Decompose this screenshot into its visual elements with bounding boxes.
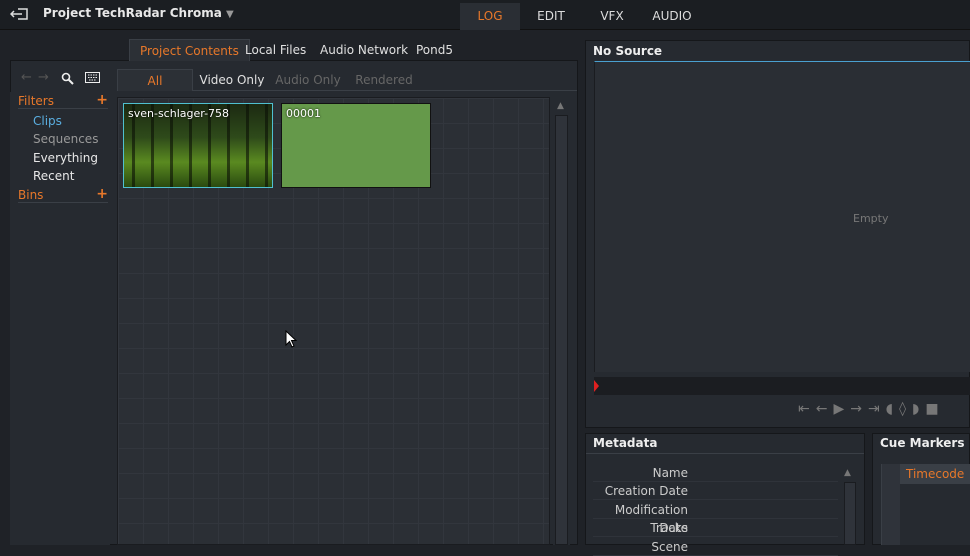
go-to-start-icon[interactable]: ⇤ bbox=[798, 401, 810, 417]
step-back-icon[interactable]: ← bbox=[816, 401, 828, 417]
tab-audio-only[interactable]: Audio Only bbox=[272, 69, 344, 91]
metadata-field-creation-date: Creation Date bbox=[593, 482, 838, 500]
clip-name: 00001 bbox=[286, 107, 321, 120]
add-filter-button[interactable]: + bbox=[96, 92, 108, 108]
mark-icon[interactable]: ◊ bbox=[899, 401, 906, 417]
filters-label: Filters bbox=[18, 94, 54, 108]
exit-icon[interactable] bbox=[10, 6, 30, 22]
forward-arrow-icon[interactable]: → bbox=[38, 70, 49, 85]
empty-label: Empty bbox=[853, 212, 889, 225]
sidebar-item-recent[interactable]: Recent bbox=[33, 169, 74, 183]
mouse-cursor-icon bbox=[285, 330, 297, 348]
metadata-field-modification-date: Modification Date bbox=[593, 501, 838, 535]
clip-thumbnail[interactable]: sven-schlager-758 bbox=[123, 103, 273, 188]
clip-thumbnail[interactable]: 00001 bbox=[281, 103, 431, 188]
tab-vfx[interactable]: VFX bbox=[582, 3, 642, 30]
playhead-icon[interactable] bbox=[594, 380, 599, 392]
cue-markers-table: Timecode bbox=[881, 464, 970, 545]
caret-down-icon[interactable]: ▼ bbox=[226, 9, 234, 20]
scroll-up-icon[interactable]: ▲ bbox=[844, 468, 851, 478]
tab-project-contents[interactable]: Project Contents bbox=[129, 39, 250, 61]
metadata-field-name: Name bbox=[593, 464, 838, 482]
play-icon[interactable]: ▶ bbox=[833, 401, 844, 417]
tab-edit[interactable]: EDIT bbox=[522, 3, 580, 30]
project-title-text: Project TechRadar Chroma bbox=[43, 6, 222, 20]
clip-name: sven-schlager-758 bbox=[128, 107, 230, 120]
transport-controls: ⇤ ← ▶ → ⇥ ◖ ◊ ◗ ■ bbox=[798, 401, 939, 417]
scrollbar[interactable]: ▲ bbox=[553, 97, 570, 545]
tab-audio-network[interactable]: Audio Network bbox=[310, 39, 418, 61]
metadata-field-tracks: Tracks bbox=[593, 519, 838, 537]
metadata-field-scene: Scene bbox=[593, 538, 838, 556]
back-arrow-icon[interactable]: ← bbox=[21, 70, 32, 85]
tab-all[interactable]: All bbox=[117, 69, 193, 91]
tab-log[interactable]: LOG bbox=[460, 3, 520, 30]
add-bin-button[interactable]: + bbox=[96, 186, 108, 202]
project-title[interactable]: Project TechRadar Chroma ▼ bbox=[43, 6, 234, 20]
filters-header: Filters + bbox=[18, 92, 108, 109]
search-icon[interactable] bbox=[61, 72, 74, 85]
sidebar-item-everything[interactable]: Everything bbox=[33, 151, 98, 165]
tab-video-only[interactable]: Video Only bbox=[196, 69, 268, 91]
go-to-end-icon[interactable]: ⇥ bbox=[868, 401, 880, 417]
mark-out-icon[interactable]: ◗ bbox=[912, 401, 919, 417]
cue-icon[interactable]: ■ bbox=[925, 401, 938, 417]
bins-header: Bins + bbox=[18, 186, 108, 203]
tab-rendered[interactable]: Rendered bbox=[350, 69, 418, 91]
timecode-column-header[interactable]: Timecode bbox=[900, 464, 970, 484]
cue-markers-title: Cue Markers bbox=[880, 436, 965, 450]
metadata-title: Metadata bbox=[593, 436, 658, 450]
tab-local-files[interactable]: Local Files bbox=[235, 39, 316, 61]
keyboard-icon[interactable] bbox=[85, 72, 100, 83]
tab-pond5[interactable]: Pond5 bbox=[406, 39, 463, 61]
sidebar-item-clips[interactable]: Clips bbox=[33, 114, 62, 128]
tab-audio[interactable]: AUDIO bbox=[642, 3, 702, 30]
viewer-title: No Source bbox=[593, 44, 663, 58]
bins-label: Bins bbox=[18, 188, 44, 202]
mark-in-icon[interactable]: ◖ bbox=[886, 401, 893, 417]
video-area[interactable]: Empty bbox=[594, 61, 970, 372]
timeline-scrubber[interactable] bbox=[594, 377, 970, 395]
metadata-scrollbar[interactable] bbox=[844, 482, 856, 545]
sidebar-item-sequences[interactable]: Sequences bbox=[33, 132, 98, 146]
step-forward-icon[interactable]: → bbox=[850, 401, 862, 417]
